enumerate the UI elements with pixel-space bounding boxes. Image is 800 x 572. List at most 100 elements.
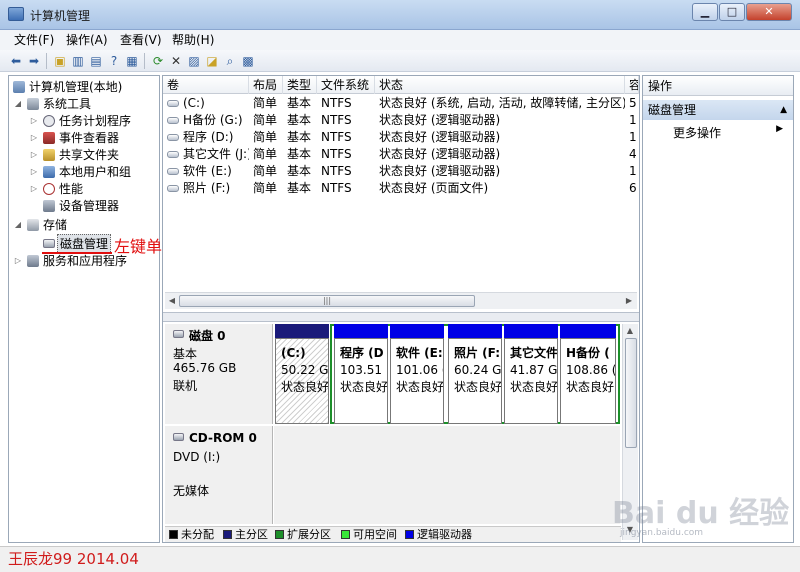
tree-item-event-viewer[interactable]: ▷ 事件查看器: [9, 129, 159, 147]
toolbar-separator: [46, 53, 47, 69]
partition-j[interactable]: 其它文件 41.87 G 状态良好: [504, 324, 558, 424]
partition-d[interactable]: 程序 (D 103.51 状态良好: [334, 324, 388, 424]
actions-pane: 操作 磁盘管理 ▲ 更多操作 ▶: [642, 75, 794, 543]
cell-capacity: 4: [629, 147, 637, 161]
expand-arrow-icon[interactable]: ▷: [29, 112, 39, 130]
scroll-up-icon[interactable]: ▲: [624, 325, 636, 337]
collapse-arrow-icon[interactable]: ◢: [13, 216, 23, 234]
column-header-type[interactable]: 类型: [283, 76, 317, 94]
actions-section-label: 磁盘管理: [648, 103, 697, 117]
pane-splitter[interactable]: [163, 312, 639, 322]
collapse-arrow-icon[interactable]: ◢: [13, 95, 23, 113]
show-hide-action-icon[interactable]: ▦: [124, 53, 140, 69]
refresh-icon[interactable]: ⟳: [150, 53, 166, 69]
cdrom-drive: DVD (I:): [173, 450, 221, 464]
cell-filesystem: NTFS: [321, 130, 352, 144]
tree-item-storage[interactable]: ◢ 存储: [9, 216, 159, 234]
table-row[interactable]: (C:) 简单 基本 NTFS 状态良好 (系统, 启动, 活动, 故障转储, …: [163, 95, 639, 112]
cdrom-name: CD-ROM 0: [189, 431, 257, 445]
tree-item-task-scheduler[interactable]: ▷ 任务计划程序: [9, 112, 159, 130]
baidu-url: jingyan.baidu.com: [620, 528, 704, 538]
open-icon[interactable]: ◪: [204, 53, 220, 69]
partition-name: (C:): [281, 346, 306, 360]
expand-arrow-icon[interactable]: ▷: [29, 146, 39, 164]
partition-name: 其它文件: [510, 346, 558, 360]
performance-icon: [43, 183, 55, 195]
cdrom-info[interactable]: CD-ROM 0 DVD (I:) 无媒体: [165, 426, 273, 524]
tree-item-system-tools[interactable]: ◢ 系统工具: [9, 95, 159, 113]
partition-body: 程序 (D 103.51 状态良好: [334, 338, 388, 424]
tree-label: 本地用户和组: [59, 165, 132, 179]
tree-item-local-users-groups[interactable]: ▷ 本地用户和组: [9, 163, 159, 181]
partition-e[interactable]: 软件 (E: 101.06 ( 状态良好: [390, 324, 444, 424]
more-actions-link[interactable]: 更多操作: [673, 124, 721, 141]
forward-arrow-icon[interactable]: ➡: [26, 53, 42, 69]
menu-view[interactable]: 查看(V): [114, 32, 168, 48]
show-hide-tree-icon[interactable]: ▥: [70, 53, 86, 69]
partition-name: H备份 (: [566, 346, 610, 360]
tree-item-performance[interactable]: ▷ 性能: [9, 180, 159, 198]
back-arrow-icon[interactable]: ⬅: [8, 53, 24, 69]
disk-icon: [173, 330, 184, 338]
minimize-button[interactable]: ▁: [692, 3, 718, 21]
cell-type: 基本: [287, 164, 312, 178]
actions-section-disk-management[interactable]: 磁盘管理 ▲: [643, 100, 793, 120]
navigation-tree[interactable]: 计算机管理(本地) ◢ 系统工具 ▷ 任务计划程序 ▷ 事件查看器 ▷ 共享文件…: [8, 75, 160, 543]
legend-logical: 逻辑驱动器: [405, 529, 472, 541]
table-row[interactable]: 软件 (E:) 简单 基本 NTFS 状态良好 (逻辑驱动器) 1: [163, 163, 639, 180]
title-bar[interactable]: 计算机管理 ▁ □ ✕: [0, 0, 800, 30]
tree-item-computer-management[interactable]: 计算机管理(本地): [9, 78, 159, 96]
partition-header-logical: [504, 324, 558, 338]
search-icon[interactable]: ⌕: [222, 53, 238, 69]
column-header-layout[interactable]: 布局: [249, 76, 283, 94]
menu-help[interactable]: 帮助(H): [166, 32, 220, 48]
vertical-scroll-thumb[interactable]: [625, 338, 637, 448]
close-button[interactable]: ✕: [746, 3, 792, 21]
partition-g[interactable]: H备份 ( 108.86 ( 状态良好: [560, 324, 616, 424]
cell-filesystem: NTFS: [321, 164, 352, 178]
tree-item-shared-folders[interactable]: ▷ 共享文件夹: [9, 146, 159, 164]
annotation-underline: [42, 252, 112, 254]
legend-label: 逻辑驱动器: [417, 528, 472, 541]
menu-file[interactable]: 文件(F): [8, 32, 60, 48]
horizontal-scrollbar[interactable]: ◀ ||| ▶: [165, 292, 637, 309]
properties-icon[interactable]: ▤: [88, 53, 104, 69]
expand-arrow-icon[interactable]: ▷: [13, 252, 23, 270]
delete-icon[interactable]: ✕: [168, 53, 184, 69]
cell-status: 状态良好 (逻辑驱动器): [379, 164, 501, 178]
column-header-status[interactable]: 状态: [375, 76, 625, 94]
submenu-arrow-icon[interactable]: ▶: [776, 124, 783, 134]
export-icon[interactable]: ▩: [240, 53, 256, 69]
properties-sheet-icon[interactable]: ▨: [186, 53, 202, 69]
expand-arrow-icon[interactable]: ▷: [29, 163, 39, 181]
tree-label: 系统工具: [43, 97, 92, 111]
scroll-right-icon[interactable]: ▶: [623, 295, 635, 307]
partition-c[interactable]: (C:) 50.22 G 状态良好: [275, 324, 329, 424]
horizontal-scroll-thumb[interactable]: |||: [179, 295, 475, 307]
partition-header-logical: [448, 324, 502, 338]
disk0-info[interactable]: 磁盘 0 基本 465.76 GB 联机: [165, 324, 273, 424]
table-row[interactable]: 照片 (F:) 简单 基本 NTFS 状态良好 (页面文件) 6: [163, 180, 639, 197]
tree-item-device-manager[interactable]: 设备管理器: [9, 197, 159, 215]
column-header-volume[interactable]: 卷: [163, 76, 249, 94]
menu-action[interactable]: 操作(A): [60, 32, 114, 48]
expand-arrow-icon[interactable]: ▷: [29, 180, 39, 198]
cell-layout: 简单: [253, 130, 278, 144]
cell-layout: 简单: [253, 113, 278, 127]
partition-f[interactable]: 照片 (F: 60.24 G 状态良好: [448, 324, 502, 424]
table-row[interactable]: 其它文件 (J:) 简单 基本 NTFS 状态良好 (逻辑驱动器) 4: [163, 146, 639, 163]
maximize-button[interactable]: □: [719, 3, 745, 21]
table-row[interactable]: 程序 (D:) 简单 基本 NTFS 状态良好 (逻辑驱动器) 1: [163, 129, 639, 146]
collapse-up-icon[interactable]: ▲: [780, 100, 787, 120]
scroll-left-icon[interactable]: ◀: [166, 295, 178, 307]
volume-icon: [167, 117, 179, 124]
tree-label: 任务计划程序: [59, 114, 132, 128]
volume-icon: [167, 100, 179, 107]
expand-arrow-icon[interactable]: ▷: [29, 129, 39, 147]
cell-type: 基本: [287, 96, 312, 110]
table-row[interactable]: H备份 (G:) 简单 基本 NTFS 状态良好 (逻辑驱动器) 1: [163, 112, 639, 129]
up-folder-icon[interactable]: ▣: [52, 53, 68, 69]
column-header-capacity[interactable]: 容: [625, 76, 639, 94]
column-header-filesystem[interactable]: 文件系统: [317, 76, 375, 94]
help-icon[interactable]: ?: [106, 53, 122, 69]
